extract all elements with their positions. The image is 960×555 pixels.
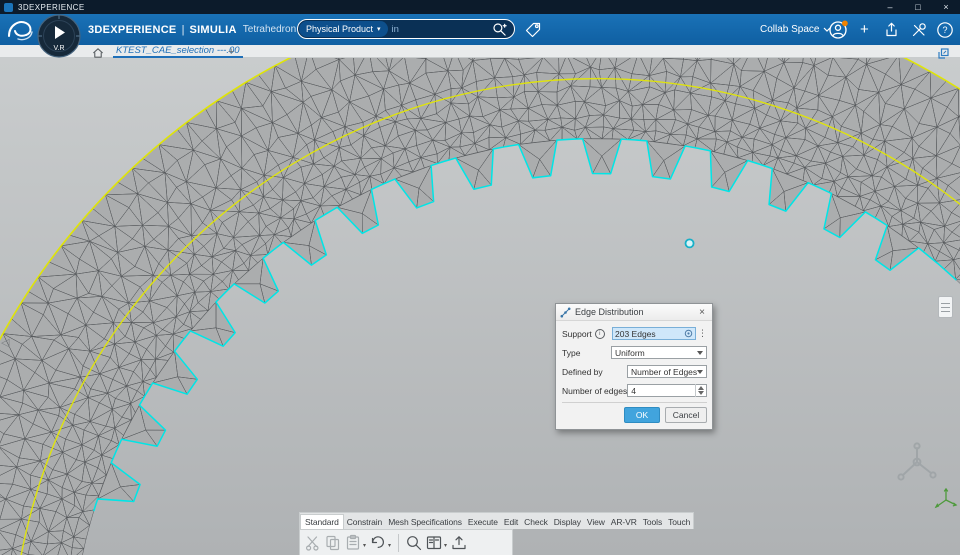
defined-by-select[interactable]: Number of Edges [627,365,707,378]
ribbon-tab-mesh-specifications[interactable]: Mesh Specifications [385,515,465,529]
ribbon-tab-edit[interactable]: Edit [501,515,521,529]
support-label: Support [562,328,592,339]
maximize-button[interactable]: □ [904,0,932,14]
app-header: 3DEXPERIENCE | SIMULIA Tetrahedron Meshe… [0,14,960,45]
add-content-button[interactable]: + [860,14,869,45]
copy-icon[interactable] [324,534,342,552]
window-title: 3DEXPERIENCE [18,2,85,12]
ribbon-tab-display[interactable]: Display [551,515,584,529]
support-row: Support i 203 Edges ⋮ [562,326,707,341]
ok-button[interactable]: OK [624,407,660,423]
info-icon[interactable]: i [594,328,605,339]
help-glyph: ? [942,25,947,35]
ribbon-tab-standard[interactable]: Standard [300,514,344,529]
search-input[interactable] [387,23,492,35]
support-field[interactable]: 203 Edges [612,327,696,340]
tag-icon[interactable] [524,14,542,45]
document-tab[interactable]: KTEST_CAE_selection ---.00 [113,45,243,58]
collab-space-label: Collab Space [760,24,820,35]
standard-toolbar: ▾ ▾ ▾ [299,529,513,555]
expand-viewport-icon[interactable] [938,46,949,64]
home-icon[interactable] [92,46,104,64]
edge-distribution-dialog: Edge Distribution × Support i 203 Edges … [555,303,713,430]
context-menu-icon[interactable]: ⋮ [698,328,707,339]
tools-icon[interactable] [910,14,928,45]
dialog-close-button[interactable]: × [696,307,708,318]
ribbon-tab-tools[interactable]: Tools [640,515,665,529]
ribbon-tab-constrain[interactable]: Constrain [344,515,385,529]
export-icon[interactable] [450,534,468,552]
share-icon[interactable] [882,14,900,45]
type-label: Type [562,347,581,358]
type-row: Type Uniform [562,345,707,360]
3d-compass[interactable]: V.R [37,14,81,58]
brand-text: 3DEXPERIENCE | SIMULIA Tetrahedron Meshe… [88,14,332,45]
search-icon[interactable] [492,22,507,37]
minimize-button[interactable]: – [876,0,904,14]
update-icon[interactable] [405,534,423,552]
dassault-logo [8,21,33,41]
application-window: 3DEXPERIENCE – □ × 3DEXPERIENCE | SIMULI… [0,0,960,555]
dialog-titlebar[interactable]: Edge Distribution × [556,304,712,321]
brand-separator: | [181,23,185,36]
dialog-title: Edge Distribution [575,307,644,317]
search-bar: Physical Product ▾ [297,19,515,39]
3d-viewport[interactable]: ◁ [0,58,960,555]
support-picker-icon[interactable] [684,329,693,338]
number-of-edges-row: Number of edges 4 [562,383,707,398]
action-bar: Standard Constrain Mesh Specifications Exec… [299,512,695,555]
type-select[interactable]: Uniform [611,346,707,359]
catalog-dropdown-caret-icon[interactable]: ▾ [444,542,447,549]
cancel-button[interactable]: Cancel [665,407,707,423]
ribbon-tab-view[interactable]: View [584,515,608,529]
brand-suite: SIMULIA [189,23,237,36]
app-logo-icon [4,2,13,12]
ribbon-tab-ar-vr[interactable]: AR-VR [608,515,640,529]
catalog-icon[interactable] [425,534,443,552]
collab-space-dropdown[interactable]: Collab Space [760,14,831,45]
defined-by-value: Number of Edges [631,366,697,377]
new-tab-button[interactable]: + [228,45,234,58]
panel-collapse-chevron-icon[interactable]: ◁ [1,336,9,349]
number-of-edges-input[interactable]: 4 [627,384,707,397]
paste-icon[interactable] [344,534,362,552]
ribbon-tab-check[interactable]: Check [521,515,551,529]
tet-mesh-surface[interactable] [0,58,960,555]
brand-platform: 3DEXPERIENCE [88,23,177,36]
number-stepper[interactable] [695,384,706,397]
defined-by-row: Defined by Number of Edges [562,364,707,379]
defined-by-label: Defined by [562,366,603,377]
ribbon-tab-execute[interactable]: Execute [465,515,501,529]
view-manipulator-icon[interactable] [893,440,941,489]
chevron-down-icon [697,369,703,374]
chevron-down-icon [697,350,703,355]
close-button[interactable]: × [932,0,960,14]
notification-badge [842,19,848,26]
undo-icon[interactable] [369,534,387,552]
compass-label: V.R [53,45,64,52]
document-tabstrip: KTEST_CAE_selection ---.00 + [0,45,960,59]
undo-dropdown-caret-icon[interactable]: ▾ [388,542,391,549]
side-panel-grip[interactable] [938,296,953,318]
axis-triad-icon [933,487,959,516]
user-avatar[interactable] [828,14,848,45]
search-scope-label: Physical Product [306,24,374,34]
help-icon[interactable]: ? [936,14,954,45]
ribbon-tab-touch[interactable]: Touch [665,515,693,529]
number-of-edges-label: Number of edges [562,385,628,396]
cut-icon[interactable] [304,534,322,552]
search-scope-dropdown[interactable]: Physical Product ▾ [299,21,388,37]
edge-distribution-icon [560,307,571,317]
window-titlebar: 3DEXPERIENCE – □ × [0,0,960,14]
gear-mesh-model[interactable] [0,58,960,555]
vertex-marker[interactable] [684,238,695,249]
paste-dropdown-caret-icon[interactable]: ▾ [363,542,366,549]
number-of-edges-value: 4 [631,385,636,396]
action-bar-tabs: Standard Constrain Mesh Specifications Exec… [299,512,695,529]
support-value: 203 Edges [615,328,656,339]
chevron-down-icon: ▾ [377,26,381,33]
type-value: Uniform [615,347,645,358]
